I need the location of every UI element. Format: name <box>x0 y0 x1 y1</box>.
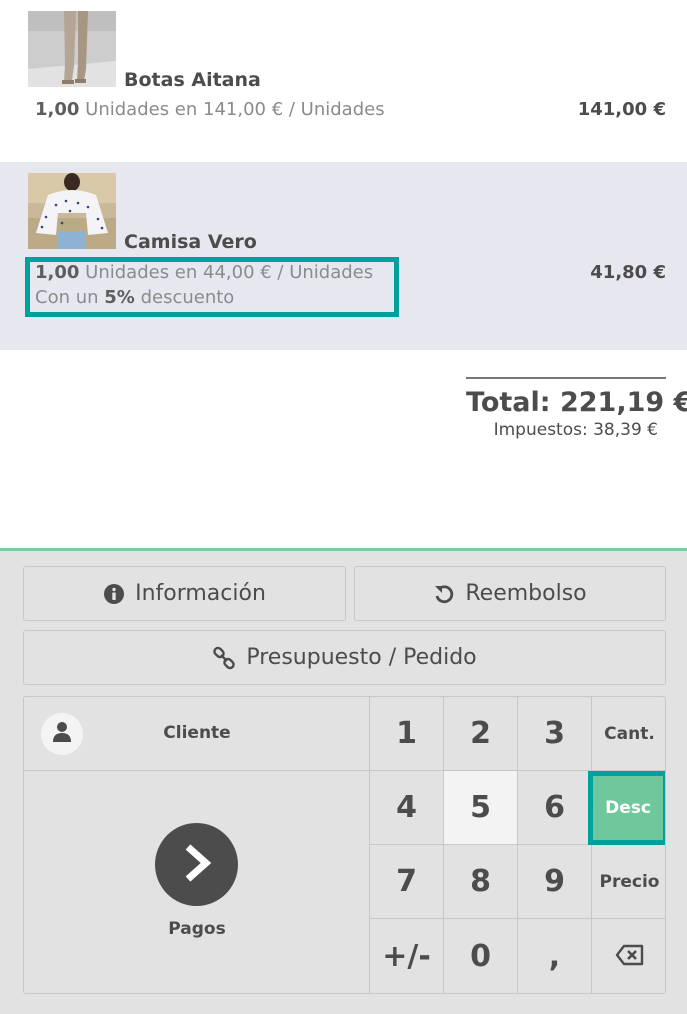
payment-button[interactable]: Pagos <box>24 771 370 993</box>
discount-suffix: descuento <box>140 287 235 308</box>
customer-button[interactable]: Cliente <box>24 697 370 771</box>
mode-price-button[interactable]: Precio <box>592 845 665 919</box>
payment-label: Pagos <box>168 919 226 939</box>
discount-prefix: Con un <box>35 287 99 308</box>
undo-icon <box>433 583 455 605</box>
line-quantity: 1,00 <box>35 99 80 120</box>
numpad-key-1[interactable]: 1 <box>370 697 444 771</box>
product-name: Camisa Vero <box>124 231 257 253</box>
numpad-key-2[interactable]: 2 <box>444 697 518 771</box>
line-quantity: 1,00 <box>35 262 80 283</box>
backspace-icon <box>615 939 645 974</box>
numpad-key-0[interactable]: 0 <box>444 919 518 993</box>
info-button-label: Información <box>135 581 266 606</box>
line-quantity-info: 1,00 Unidades en 44,00 € / Unidades <box>35 262 373 283</box>
numpad-key-decimal[interactable]: , <box>518 919 592 993</box>
numpad-key-sign[interactable]: +/- <box>370 919 444 993</box>
numpad-key-4[interactable]: 4 <box>370 771 444 845</box>
line-price: 41,80 € <box>590 262 666 283</box>
customer-label: Cliente <box>163 723 231 743</box>
mode-discount-highlight: Desc <box>588 771 665 845</box>
refund-button-label: Reembolso <box>465 581 587 606</box>
link-icon <box>212 646 236 670</box>
line-unit-text: Unidades en 44,00 € / Unidades <box>85 262 374 283</box>
order-taxes: Impuestos: 38,39 € <box>493 420 658 440</box>
line-price: 141,00 € <box>577 99 666 120</box>
product-image <box>28 173 116 249</box>
quotation-order-button[interactable]: Presupuesto / Pedido <box>23 630 666 685</box>
mode-quantity-button[interactable]: Cant. <box>592 697 665 771</box>
order-line-selected[interactable]: Camisa Vero 1,00 Unidades en 44,00 € / U… <box>0 162 687 350</box>
chevron-right-icon <box>180 843 214 887</box>
line-unit-text: Unidades en 141,00 € / Unidades <box>85 99 385 120</box>
line-discount-info: Con un 5% descuento <box>35 287 234 308</box>
line-quantity-info: 1,00 Unidades en 141,00 € / Unidades <box>35 99 385 120</box>
numpad-key-6[interactable]: 6 <box>518 771 592 845</box>
refund-button[interactable]: Reembolso <box>354 566 666 621</box>
info-button[interactable]: Información <box>23 566 346 621</box>
order-line[interactable]: Botas Aitana 1,00 Unidades en 141,00 € /… <box>0 0 687 162</box>
payment-circle <box>155 823 238 906</box>
numpad-key-8[interactable]: 8 <box>444 845 518 919</box>
product-image <box>28 11 116 87</box>
control-panel: Información Reembolso Presupuesto / Pedi… <box>0 548 687 1014</box>
numpad-key-3[interactable]: 3 <box>518 697 592 771</box>
numpad-key-7[interactable]: 7 <box>370 845 444 919</box>
numpad-key-5[interactable]: 5 <box>444 771 518 845</box>
quotation-order-label: Presupuesto / Pedido <box>246 645 477 670</box>
pos-screen: Botas Aitana 1,00 Unidades en 141,00 € /… <box>0 0 687 1014</box>
backspace-button[interactable] <box>592 919 665 993</box>
mode-discount-button[interactable]: Desc <box>593 776 663 840</box>
info-circle-icon <box>103 583 125 605</box>
product-name: Botas Aitana <box>124 69 261 91</box>
order-total: Total: 221,19 € <box>466 387 687 418</box>
order-summary: Total: 221,19 € Impuestos: 38,39 € <box>466 377 687 440</box>
numpad-key-9[interactable]: 9 <box>518 845 592 919</box>
summary-divider <box>466 377 666 379</box>
discount-value: 5% <box>104 287 135 308</box>
numpad-area: Cliente Pagos 1 2 3 Cant. 4 5 6 Desc 7 8… <box>23 696 666 994</box>
